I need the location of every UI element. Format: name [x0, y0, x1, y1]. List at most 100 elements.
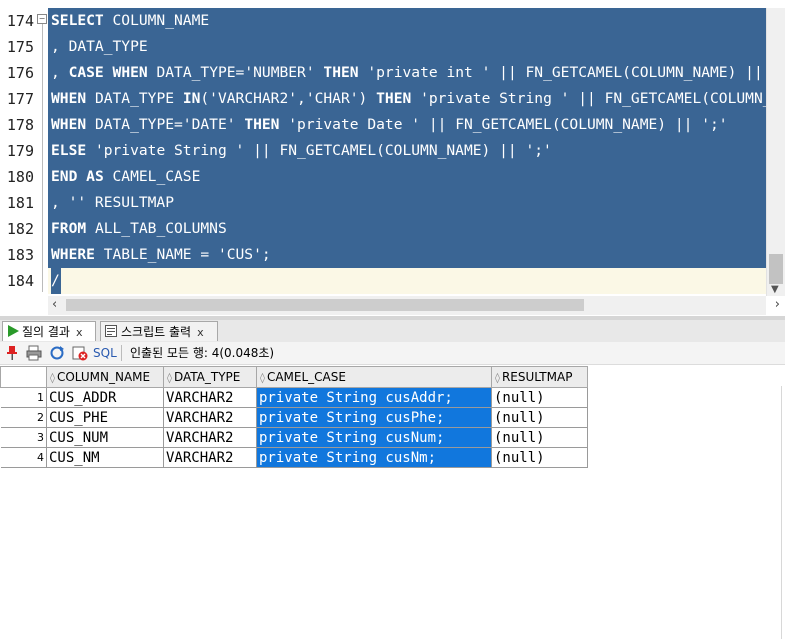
sql-keyword: THEN [244, 116, 280, 133]
close-icon[interactable]: x [76, 326, 83, 339]
line-number: 174 [6, 12, 34, 30]
line-number: 178 [6, 116, 34, 134]
cell-data-type[interactable]: VARCHAR2 [163, 427, 257, 448]
code-line[interactable]: ELSE 'private String ' || FN_GETCAMEL(CO… [48, 138, 766, 164]
cell-resultmap[interactable]: (null) [491, 447, 588, 468]
row-number[interactable]: 4 [0, 447, 47, 468]
code-token: 'private String ' || FN_GETCAMEL(COLUMN_… [420, 90, 766, 107]
column-header-column-name[interactable]: ◊ COLUMN_NAME [46, 366, 164, 388]
pin-icon[interactable] [5, 345, 19, 365]
cell-column-name[interactable]: CUS_PHE [46, 407, 164, 428]
cell-column-name[interactable]: CUS_NM [46, 447, 164, 468]
row-number[interactable]: 1 [0, 387, 47, 408]
fold-line [42, 24, 43, 292]
line-number: 182 [6, 220, 34, 238]
code-line[interactable]: , CASE WHEN DATA_TYPE='NUMBER' THEN 'pri… [48, 60, 766, 86]
table-row[interactable]: 3 CUS_NUM VARCHAR2 private String cusNum; (n… [0, 427, 588, 448]
scroll-left-arrow-icon[interactable]: ‹ [52, 297, 57, 312]
code-line[interactable]: END AS CAMEL_CASE [48, 164, 766, 190]
sql-keyword: IN [182, 90, 201, 107]
refresh-icon[interactable] [49, 345, 65, 365]
sql-keyword: WHEN [51, 116, 87, 133]
line-number: 175 [6, 38, 34, 56]
code-token: DATA_TYPE='NUMBER' [147, 64, 324, 81]
cell-resultmap[interactable]: (null) [491, 387, 588, 408]
result-tabs: 질의 결과 x 스크립트 출력 x [0, 320, 785, 343]
sort-icon: ◊ [260, 373, 265, 384]
code-token: DATA_TYPE='DATE' [86, 116, 245, 133]
table-row[interactable]: 2 CUS_PHE VARCHAR2 private String cusPhe; (n… [0, 407, 588, 428]
editor-vertical-scrollbar[interactable]: ▼ [766, 8, 785, 296]
fold-toggle-icon[interactable]: − [37, 14, 47, 24]
cell-column-name[interactable]: CUS_ADDR [46, 387, 164, 408]
code-token: COLUMN_NAME [103, 12, 210, 29]
cell-camel-case[interactable]: private String cusPhe; [256, 407, 492, 428]
row-number[interactable]: 2 [0, 407, 47, 428]
code-line[interactable]: WHERE TABLE_NAME = 'CUS'; [48, 242, 766, 268]
line-number: 176 [6, 64, 34, 82]
cell-column-name[interactable]: CUS_NUM [46, 427, 164, 448]
cell-camel-case[interactable]: private String cusNm; [256, 447, 492, 468]
code-token: ALL_TAB_COLUMNS [86, 220, 227, 237]
code-line[interactable]: WHEN DATA_TYPE IN('VARCHAR2','CHAR') THE… [48, 86, 766, 112]
sql-keyword: END [51, 168, 78, 185]
line-number: 177 [6, 90, 34, 108]
tab-label: 질의 결과 [22, 325, 70, 339]
sql-keyword: SELECT [51, 12, 104, 29]
line-number: 179 [6, 142, 34, 160]
tab-script-output[interactable]: 스크립트 출력 x [100, 321, 218, 341]
cell-data-type[interactable]: VARCHAR2 [163, 447, 257, 468]
results-grid[interactable]: ◊ COLUMN_NAME ◊ DATA_TYPE ◊ CAMEL_CASE ◊ RES… [0, 366, 588, 468]
code-line[interactable]: SELECT COLUMN_NAME [48, 8, 766, 34]
vertical-scroll-thumb[interactable] [769, 254, 783, 284]
cell-data-type[interactable]: VARCHAR2 [163, 407, 257, 428]
column-header-camel-case[interactable]: ◊ CAMEL_CASE [256, 366, 492, 388]
sql-keyword: THEN [376, 90, 412, 107]
cancel-query-icon[interactable] [72, 345, 88, 365]
code-line[interactable]: , DATA_TYPE [48, 34, 766, 60]
play-icon [7, 323, 19, 343]
sort-icon: ◊ [167, 373, 172, 384]
column-header-data-type[interactable]: ◊ DATA_TYPE [163, 366, 257, 388]
code-token: , '' RESULTMAP [51, 194, 175, 211]
cell-camel-case[interactable]: private String cusNum; [256, 427, 492, 448]
print-icon[interactable] [26, 345, 42, 365]
scroll-right-arrow-icon[interactable]: › [775, 297, 780, 312]
code-line[interactable]: , '' RESULTMAP [48, 190, 766, 216]
code-line[interactable]: WHEN DATA_TYPE='DATE' THEN 'private Date… [48, 112, 766, 138]
results-toolbar: SQL 인출된 모든 행: 4(0.048초) [0, 342, 785, 365]
column-header-resultmap[interactable]: ◊ RESULTMAP [491, 366, 588, 388]
sql-keyword: CASE [68, 64, 104, 81]
horizontal-scroll-thumb[interactable] [66, 299, 584, 311]
cell-data-type[interactable]: VARCHAR2 [163, 387, 257, 408]
code-line[interactable]: FROM ALL_TAB_COLUMNS [48, 216, 766, 242]
code-token: DATA_TYPE [86, 90, 183, 107]
close-icon[interactable]: x [197, 326, 204, 339]
code-token: 'private String ' || FN_GETCAMEL(COLUMN_… [86, 142, 552, 159]
code-token: / [51, 272, 60, 289]
grid-header-row: ◊ COLUMN_NAME ◊ DATA_TYPE ◊ CAMEL_CASE ◊ RES… [0, 366, 588, 388]
line-number-gutter: 174 175 176 177 178 179 180 181 182 183 184 [0, 8, 36, 294]
code-token: ('VARCHAR2','CHAR') [200, 90, 377, 107]
sort-icon: ◊ [495, 373, 500, 384]
line-number: 184 [6, 272, 34, 290]
sql-editor[interactable]: 174 175 176 177 178 179 180 181 182 183 184 − SELE… [0, 0, 785, 296]
cell-resultmap[interactable]: (null) [491, 407, 588, 428]
cell-camel-case[interactable]: private String cusAddr; [256, 387, 492, 408]
table-row[interactable]: 1 CUS_ADDR VARCHAR2 private String cusAddr;… [0, 387, 588, 408]
code-area[interactable]: SELECT COLUMN_NAME , DATA_TYPE , CASE WHEN… [48, 8, 766, 296]
sql-button[interactable]: SQL [93, 345, 117, 361]
grid-vertical-scrollbar[interactable] [781, 386, 785, 639]
cell-resultmap[interactable]: (null) [491, 427, 588, 448]
scroll-down-arrow-icon[interactable]: ▼ [771, 284, 779, 295]
code-line[interactable]: / [48, 268, 766, 294]
row-number[interactable]: 3 [0, 427, 47, 448]
sql-keyword: FROM [51, 220, 87, 237]
editor-horizontal-scrollbar[interactable]: ‹ › [48, 296, 780, 315]
tab-query-result[interactable]: 질의 결과 x [2, 321, 96, 341]
code-token: , DATA_TYPE [51, 38, 148, 55]
table-row[interactable]: 4 CUS_NM VARCHAR2 private String cusNm; (nul… [0, 447, 588, 468]
sql-keyword: WHERE [51, 246, 95, 263]
